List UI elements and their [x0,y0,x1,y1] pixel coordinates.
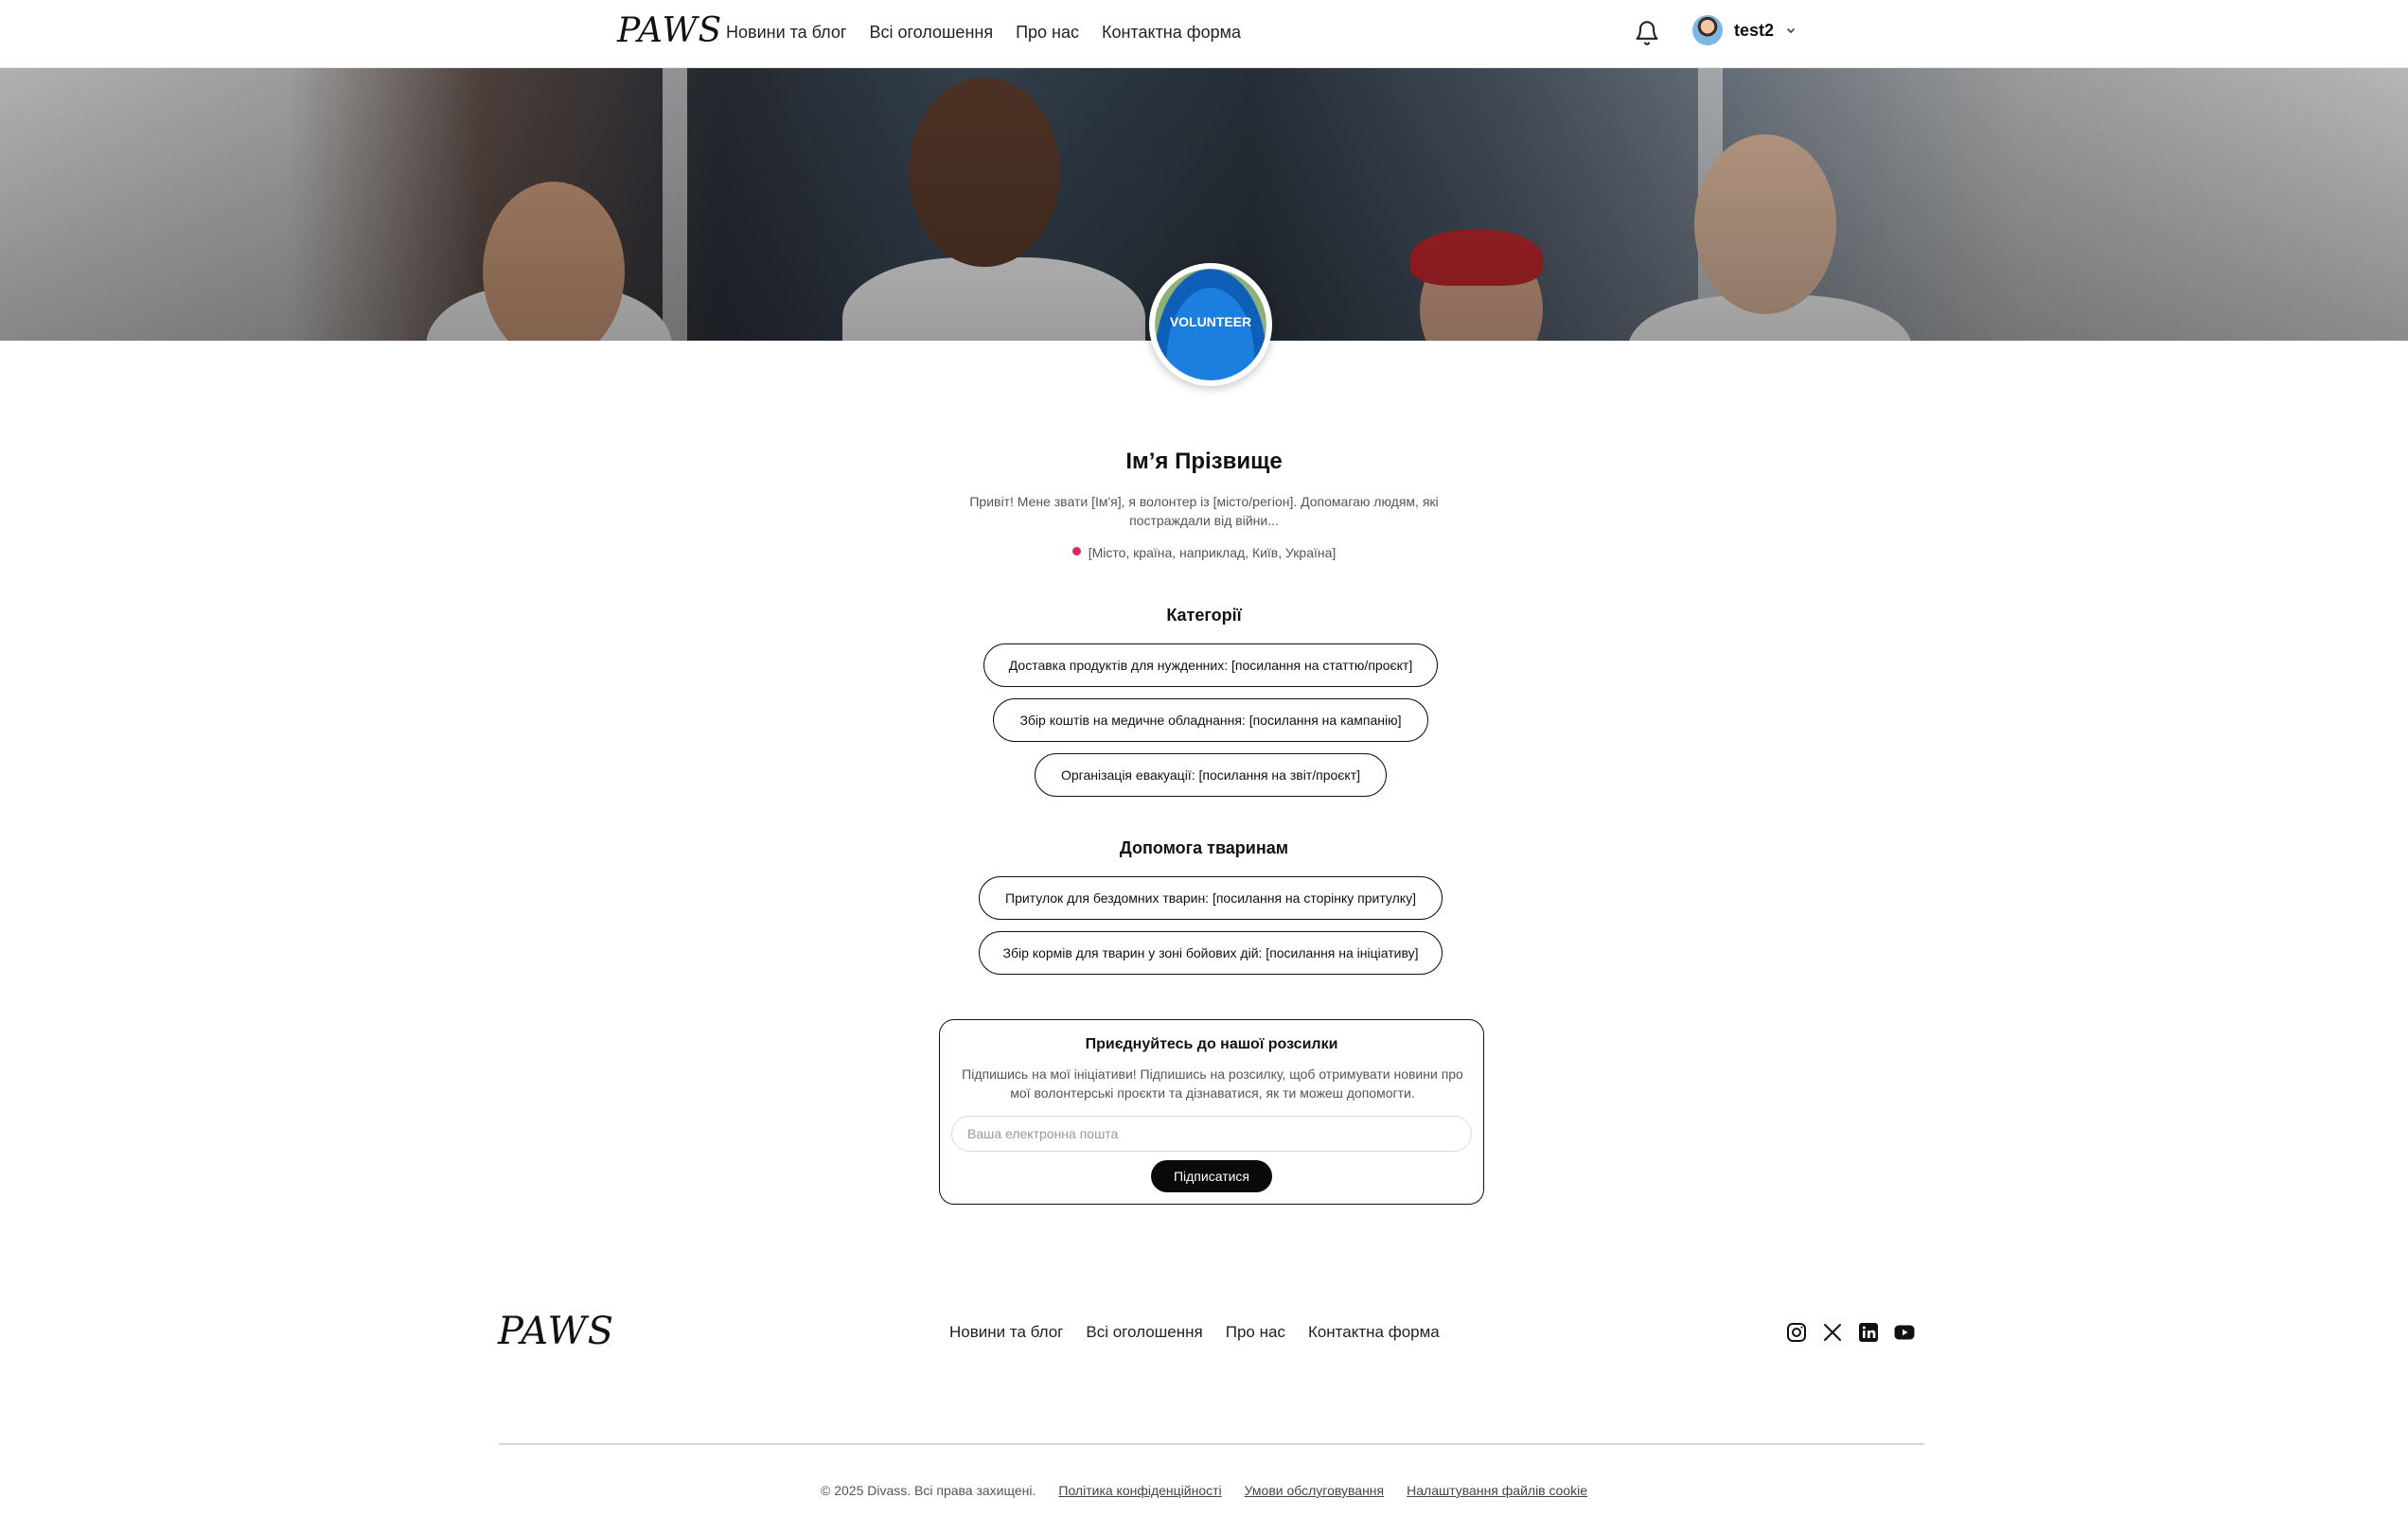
category-pill[interactable]: Доставка продуктів для нужденних: [посил… [983,643,1438,687]
categories-heading: Категорії [1166,606,1242,625]
footer-nav-item-listings[interactable]: Всі оголошення [1086,1323,1202,1342]
instagram-icon[interactable] [1785,1321,1808,1344]
header-logo[interactable]: PAWS [617,11,722,50]
footer-nav: Новини та блог Всі оголошення Про нас Ко… [949,1323,1440,1342]
top-navbar: PAWS Новини та блог Всі оголошення Про н… [0,0,2408,68]
x-icon[interactable] [1821,1321,1844,1344]
footer-logo[interactable]: PAWS [498,1310,614,1353]
nav-item-contact[interactable]: Контактна форма [1102,23,1241,43]
footer-nav-item-contact[interactable]: Контактна форма [1308,1323,1440,1342]
bell-icon[interactable] [1634,19,1660,47]
main-nav: Новини та блог Всі оголошення Про нас Ко… [726,23,1241,43]
profile-avatar: VOLUNTEER [1149,263,1272,386]
profile-location: [Місто, країна, наприклад, Київ, Україна… [0,545,2408,560]
social-links [1785,1321,1916,1344]
privacy-policy-link[interactable]: Політика конфіденційності [1058,1483,1221,1498]
copyright: © 2025 Divass. Всі права захищені. [821,1483,1036,1498]
profile-location-text: [Місто, країна, наприклад, Київ, Україна… [1088,545,1337,560]
animal-help-pill[interactable]: Притулок для бездомних тварин: [посиланн… [979,876,1443,920]
profile-bio: Привіт! Мене звати [Ім'я], я волонтер із… [969,494,1439,528]
newsletter-card: Приєднуйтесь до нашої розсилки Підпишись… [939,1019,1484,1205]
terms-of-service-link[interactable]: Умови обслуговування [1245,1483,1384,1498]
user-menu[interactable]: test2 [1692,15,1797,45]
nav-item-listings[interactable]: Всі оголошення [869,23,993,43]
footer-nav-item-about[interactable]: Про нас [1226,1323,1285,1342]
avatar [1692,15,1723,45]
volunteer-shirt-text: VOLUNTEER [1169,314,1252,329]
animal-help-pill[interactable]: Збір кормів для тварин у зоні бойових ді… [979,931,1443,975]
cookie-settings-link[interactable]: Налаштування файлів cookie [1407,1483,1587,1498]
newsletter-description: Підпишись на мої ініціативи! Підпишись н… [962,1066,1463,1101]
nav-item-news[interactable]: Новини та блог [726,23,846,43]
newsletter-title: Приєднуйтесь до нашої розсилки [1085,1036,1338,1052]
subscribe-button[interactable]: Підписатися [1151,1160,1272,1192]
nav-item-about[interactable]: Про нас [1016,23,1079,43]
footer-legal: © 2025 Divass. Всі права захищені. Політ… [0,1483,2408,1498]
profile-name: Ім’я Прізвище [1125,449,1283,474]
username: test2 [1734,20,1775,40]
footer-divider [499,1443,1924,1445]
newsletter-email-input[interactable] [951,1116,1472,1152]
profile-avatar-image: VOLUNTEER [1155,269,1266,380]
chevron-down-icon [1786,27,1796,34]
category-pill[interactable]: Збір коштів на медичне обладнання: [поси… [993,698,1428,742]
profile-bio-wrap: Привіт! Мене звати [Ім'я], я волонтер із… [0,492,2408,530]
animal-help-heading: Допомога тваринам [1119,838,1289,857]
youtube-icon[interactable] [1893,1321,1916,1344]
linkedin-icon[interactable] [1857,1321,1880,1344]
category-pill[interactable]: Організація евакуації: [посилання на зві… [1035,753,1387,797]
footer-nav-item-news[interactable]: Новини та блог [949,1323,1063,1342]
location-pin-icon [1071,547,1081,555]
